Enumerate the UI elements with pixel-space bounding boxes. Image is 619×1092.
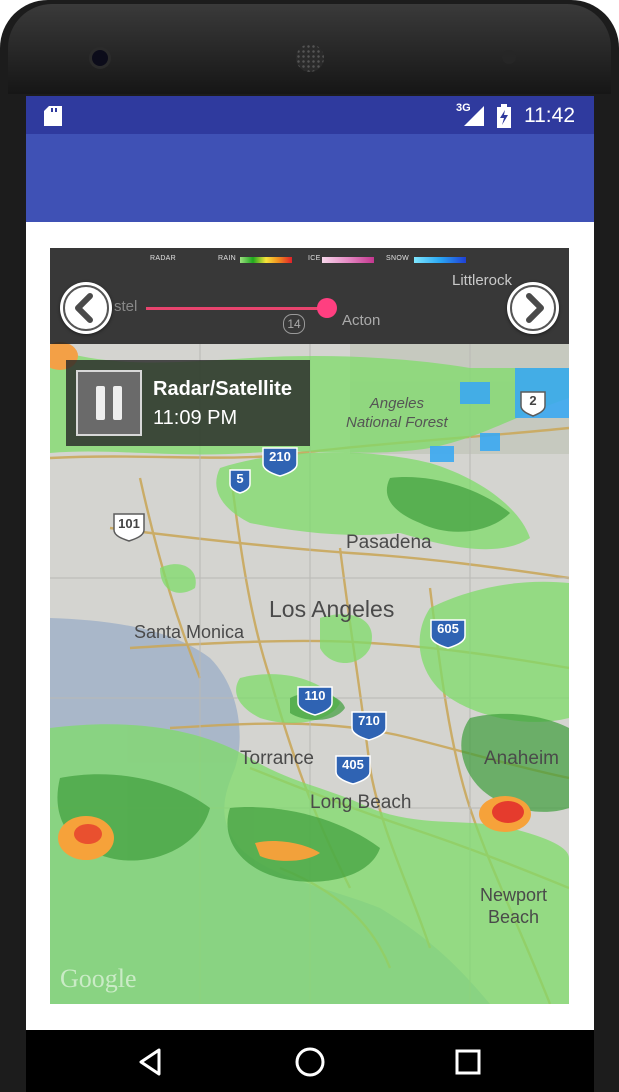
proximity-sensor bbox=[502, 50, 516, 64]
shield-i710: 710 bbox=[358, 713, 380, 728]
status-clock: 11:42 bbox=[524, 104, 575, 127]
back-triangle-icon[interactable] bbox=[135, 1046, 167, 1078]
earpiece-speaker bbox=[296, 44, 324, 72]
timeline-controls: RADAR RAIN ICE SNOW Littlerock stel 14 A… bbox=[50, 248, 569, 344]
label-torrance: Torrance bbox=[240, 748, 314, 769]
timeline-slider[interactable] bbox=[146, 307, 328, 310]
chevron-left-icon bbox=[63, 285, 109, 331]
pause-button[interactable] bbox=[76, 370, 142, 436]
status-bar: 3G 11:42 bbox=[26, 96, 594, 134]
home-circle-icon[interactable] bbox=[294, 1046, 326, 1078]
shield-i605: 605 bbox=[437, 621, 459, 636]
label-newport-beach: Newport Beach bbox=[480, 885, 548, 927]
chevron-right-icon bbox=[510, 285, 556, 331]
legend-snow: SNOW bbox=[386, 255, 409, 262]
label-angeles-forest: Angeles National Forest bbox=[346, 395, 448, 431]
battery-charging-icon bbox=[497, 104, 511, 128]
map-label-littlerock: Littlerock bbox=[452, 272, 513, 289]
label-santa-monica: Santa Monica bbox=[134, 622, 245, 642]
layer-title: Radar/Satellite bbox=[153, 378, 292, 400]
pause-icon bbox=[96, 386, 105, 420]
shield-us101: 101 bbox=[118, 516, 140, 531]
legend-snow-scale bbox=[414, 257, 466, 263]
front-camera bbox=[92, 50, 108, 66]
map-label-highway-14: 14 bbox=[283, 314, 305, 334]
navigation-bar bbox=[26, 1030, 594, 1092]
label-long-beach: Long Beach bbox=[310, 792, 412, 813]
recents-square-icon[interactable] bbox=[452, 1046, 484, 1078]
previous-frame-button[interactable] bbox=[60, 282, 112, 334]
legend-rain: RAIN bbox=[218, 255, 236, 262]
phone-frame: 3G 11:42 210 5 101 605 110 710 405 2 Ang… bbox=[0, 0, 619, 1092]
sd-card-icon bbox=[44, 106, 62, 126]
signal-icon bbox=[464, 106, 484, 126]
timeline-slider-thumb[interactable] bbox=[317, 298, 338, 318]
google-attribution: Google bbox=[60, 964, 137, 993]
legend-ice-scale bbox=[322, 257, 374, 263]
legend-rain-scale bbox=[240, 257, 292, 263]
map-label-left: stel bbox=[114, 298, 138, 315]
shield-i210: 210 bbox=[269, 449, 291, 464]
label-los-angeles: Los Angeles bbox=[269, 596, 395, 622]
frame-time: 11:09 PM bbox=[153, 407, 238, 429]
screen: 3G 11:42 210 5 101 605 110 710 405 2 Ang… bbox=[26, 96, 594, 1030]
radar-map[interactable]: 210 5 101 605 110 710 405 2 Angeles Nati… bbox=[50, 248, 569, 1004]
next-frame-button[interactable] bbox=[507, 282, 559, 334]
shield-i405: 405 bbox=[342, 757, 364, 772]
label-pasadena: Pasadena bbox=[346, 532, 432, 553]
legend-radar: RADAR bbox=[150, 255, 177, 262]
pause-icon-bar bbox=[113, 386, 122, 420]
shield-i110: 110 bbox=[304, 688, 326, 703]
label-anaheim: Anaheim bbox=[484, 748, 559, 769]
legend-ice: ICE bbox=[308, 255, 321, 262]
shield-i5: 5 bbox=[236, 471, 244, 486]
playback-panel: Radar/Satellite 11:09 PM bbox=[66, 360, 310, 446]
map-label-acton: Acton bbox=[342, 312, 381, 329]
app-bar bbox=[26, 134, 594, 222]
shield-ca2: 2 bbox=[529, 393, 537, 408]
